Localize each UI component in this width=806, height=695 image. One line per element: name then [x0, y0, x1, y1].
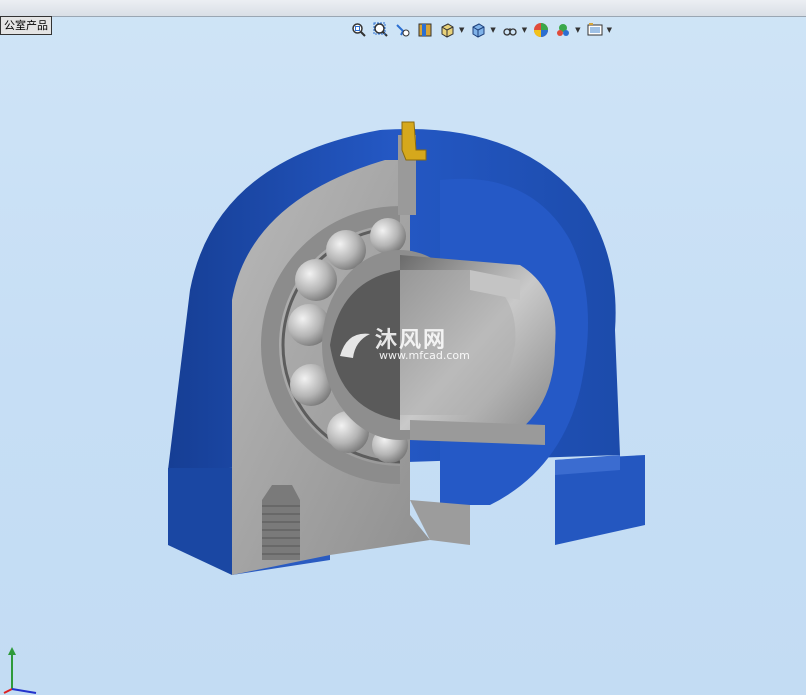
watermark: 沐风网 www.mfcad.com	[335, 320, 485, 372]
reference-triad-icon	[3, 647, 37, 694]
watermark-logo-icon	[340, 333, 370, 358]
bolt-hole	[262, 485, 300, 560]
watermark-url: www.mfcad.com	[379, 349, 470, 362]
